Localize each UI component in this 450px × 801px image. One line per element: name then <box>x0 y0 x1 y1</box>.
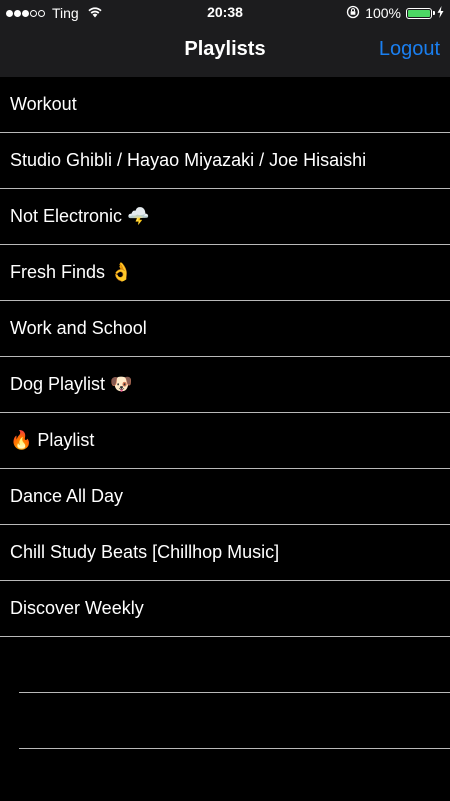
empty-table-area <box>0 637 450 749</box>
battery-icon <box>406 7 435 19</box>
navigation-bar: Playlists Logout <box>0 26 450 77</box>
logout-button[interactable]: Logout <box>379 38 440 61</box>
status-right: 100% <box>346 4 444 22</box>
playlist-list: Workout Studio Ghibli / Hayao Miyazaki /… <box>0 77 450 637</box>
playlist-row-fire-playlist[interactable]: 🔥 Playlist <box>0 413 450 469</box>
playlist-row-studio-ghibli[interactable]: Studio Ghibli / Hayao Miyazaki / Joe His… <box>0 133 450 189</box>
status-bar: Ting 20:38 100% <box>0 0 450 26</box>
empty-row-separator <box>19 693 450 749</box>
battery-percent: 100% <box>365 5 401 21</box>
playlist-row-fresh-finds[interactable]: Fresh Finds 👌 <box>0 245 450 301</box>
playlist-row-workout[interactable]: Workout <box>0 77 450 133</box>
playlist-row-discover-weekly[interactable]: Discover Weekly <box>0 581 450 637</box>
playlist-row-work-and-school[interactable]: Work and School <box>0 301 450 357</box>
playlist-row-chill-study-beats[interactable]: Chill Study Beats [Chillhop Music] <box>0 525 450 581</box>
orientation-lock-icon <box>346 5 360 22</box>
charging-bolt-icon <box>437 5 444 21</box>
empty-row-separator <box>19 637 450 693</box>
playlist-row-dance-all-day[interactable]: Dance All Day <box>0 469 450 525</box>
playlist-row-not-electronic[interactable]: Not Electronic 🌩️ <box>0 189 450 245</box>
playlist-row-dog-playlist[interactable]: Dog Playlist 🐶 <box>0 357 450 413</box>
